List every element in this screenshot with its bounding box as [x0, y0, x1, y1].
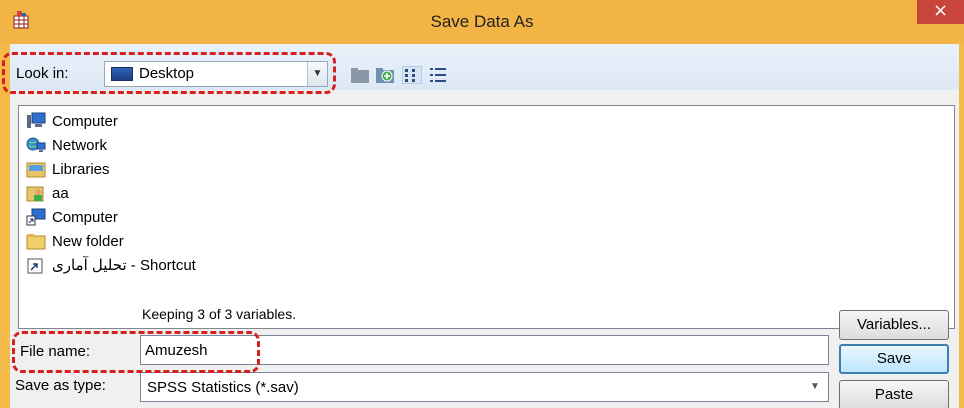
list-item[interactable]: Computer [26, 110, 118, 132]
computer-icon [27, 112, 46, 128]
save-data-as-dialog: Save Data As × Look in: Desktop ▼ Comput… [0, 0, 964, 408]
user-folder-icon [26, 186, 44, 202]
save-as-type-label: Save as type: [15, 377, 106, 394]
chevron-down-icon[interactable]: ▼ [805, 376, 825, 398]
new-folder-icon[interactable] [375, 66, 395, 84]
file-name: Computer [52, 112, 118, 130]
file-name-highlight [12, 331, 260, 373]
network-icon [26, 137, 46, 152]
shortcut-icon [27, 258, 43, 274]
window-title: Save Data As [430, 12, 534, 31]
close-button[interactable]: × [917, 0, 964, 24]
list-item[interactable]: aa [26, 182, 69, 204]
up-folder-icon[interactable] [350, 66, 370, 84]
list-item[interactable]: New folder [26, 230, 124, 252]
file-name: Network [52, 136, 108, 154]
computer-shortcut-icon [26, 208, 46, 226]
list-item[interactable]: Network [26, 134, 107, 156]
file-name: تحلیل آماری - Shortcut [52, 257, 196, 274]
list-item[interactable]: Libraries [26, 158, 110, 180]
list-view-icon[interactable] [402, 66, 422, 84]
file-name: New folder [52, 232, 124, 250]
variables-button[interactable]: Variables... [839, 310, 949, 340]
libraries-icon [26, 162, 46, 178]
file-name: Libraries [52, 160, 110, 178]
list-item[interactable]: تحلیل آماری - Shortcut [26, 254, 196, 276]
title-bar: Save Data As × [0, 0, 964, 44]
save-as-type-value: SPSS Statistics (*.sav) [147, 379, 299, 396]
variables-status: Keeping 3 of 3 variables. [142, 306, 297, 322]
file-name: Computer [52, 208, 118, 226]
look-in-highlight [2, 52, 336, 94]
save-as-type-dropdown[interactable]: SPSS Statistics (*.sav) ▼ [140, 372, 829, 402]
folder-icon [26, 234, 46, 250]
details-view-icon[interactable] [428, 66, 448, 84]
file-name: aa [52, 184, 69, 202]
save-button[interactable]: Save [839, 344, 949, 374]
list-item[interactable]: Computer [26, 206, 118, 228]
paste-button[interactable]: Paste [839, 380, 949, 408]
file-list[interactable]: Computer Network Libraries aa Computer N… [18, 105, 955, 329]
